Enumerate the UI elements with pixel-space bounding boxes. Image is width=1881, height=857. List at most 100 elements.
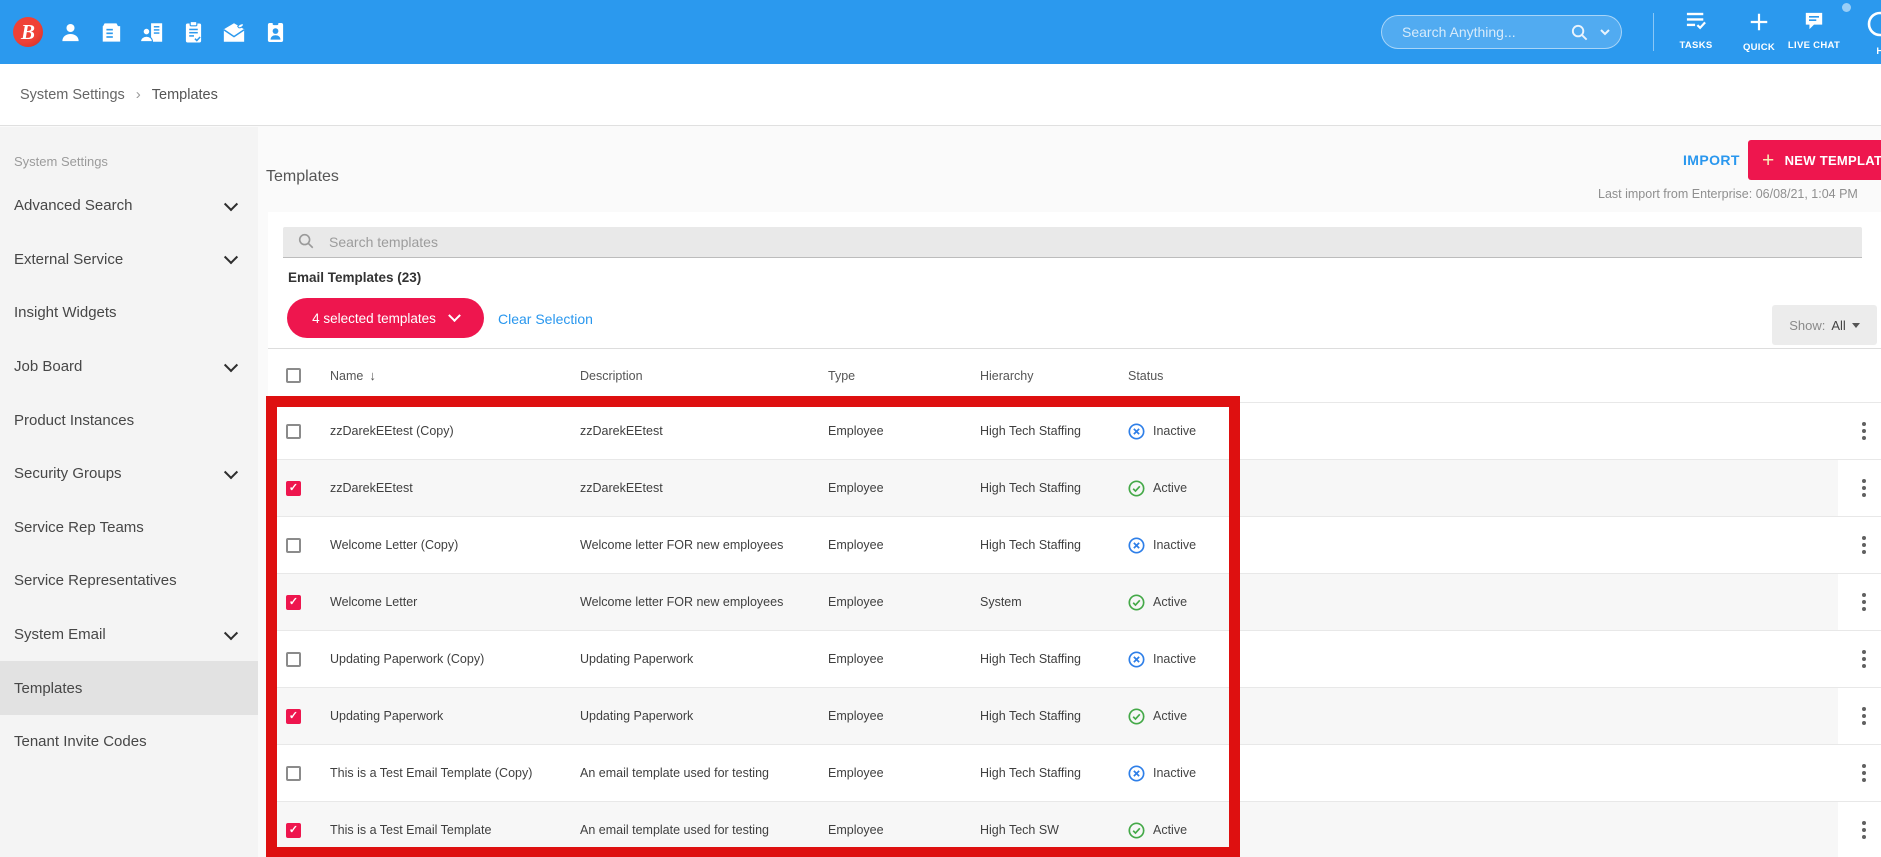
status-label: Active xyxy=(1153,481,1188,495)
nav-action-tasks[interactable]: TASKS xyxy=(1666,11,1726,51)
cell-type: Employee xyxy=(828,538,884,552)
clear-selection-link[interactable]: Clear Selection xyxy=(498,311,593,327)
column-header-status[interactable]: Status xyxy=(1128,369,1881,383)
sidebar-item-system-email[interactable]: System Email xyxy=(0,608,258,662)
cell-status: Inactive xyxy=(1128,536,1838,554)
cell-name: Updating Paperwork (Copy) xyxy=(330,652,485,666)
status-label: Inactive xyxy=(1153,538,1197,552)
row-actions-kebab-icon[interactable] xyxy=(1862,422,1866,440)
page-title: Templates xyxy=(266,168,339,185)
cell-status: Active xyxy=(1128,821,1838,839)
check-circle-icon xyxy=(1128,821,1145,839)
cell-type: Employee xyxy=(828,652,884,666)
cell-name: This is a Test Email Template xyxy=(330,823,492,837)
sidebar-item-label: Product Instances xyxy=(14,411,135,429)
row-actions-kebab-icon[interactable] xyxy=(1862,593,1866,611)
chevron-down-icon xyxy=(223,464,239,480)
cell-status: Inactive xyxy=(1128,422,1838,440)
cell-description: Updating Paperwork xyxy=(580,652,694,666)
joborder-clipboard-icon[interactable] xyxy=(181,20,205,44)
row-actions-kebab-icon[interactable] xyxy=(1862,650,1866,668)
candidate-person-icon[interactable] xyxy=(58,20,82,44)
chevron-down-icon xyxy=(223,196,239,212)
row-checkbox[interactable] xyxy=(286,537,301,553)
sidebar-item-service-representatives[interactable]: Service Representatives xyxy=(0,554,258,608)
tasks-icon xyxy=(1685,11,1707,36)
import-button[interactable]: IMPORT xyxy=(1683,152,1740,168)
cell-hierarchy: High Tech Staffing xyxy=(980,709,1081,723)
row-actions-kebab-icon[interactable] xyxy=(1862,707,1866,725)
table-row: zzDarekEEtest (Copy) zzDarekEEtest Emplo… xyxy=(268,402,1881,459)
row-checkbox[interactable]: ✓ xyxy=(286,822,301,838)
bullhorn-logo[interactable]: B xyxy=(13,17,43,47)
chevron-down-icon xyxy=(223,625,239,640)
sidebar-item-security-groups[interactable]: Security Groups xyxy=(0,447,258,501)
sidebar-item-label: System Email xyxy=(14,626,106,644)
show-filter-dropdown[interactable]: Show: All xyxy=(1772,305,1877,345)
row-actions-kebab-icon[interactable] xyxy=(1862,764,1866,782)
templates-card: Search templates Email Templates (23) 4 … xyxy=(268,212,1881,857)
plus-icon xyxy=(1748,11,1770,38)
cell-description: An email template used for testing xyxy=(580,766,769,780)
search-scope-chevron-icon[interactable] xyxy=(1599,26,1611,38)
company-icon[interactable] xyxy=(99,20,123,44)
row-checkbox[interactable] xyxy=(286,765,301,781)
sidebar-item-templates[interactable]: Templates xyxy=(0,661,258,715)
search-icon xyxy=(297,232,315,253)
global-search-input[interactable]: Search Anything... xyxy=(1381,15,1622,49)
check-circle-icon xyxy=(1128,479,1145,497)
nav-action-quick[interactable]: QUICK xyxy=(1729,11,1789,53)
column-header-type[interactable]: Type xyxy=(828,369,980,383)
plus-icon: + xyxy=(1762,148,1775,172)
row-checkbox[interactable]: ✓ xyxy=(286,594,301,610)
cell-type: Employee xyxy=(828,766,884,780)
status-label: Active xyxy=(1153,595,1188,609)
sidebar-item-insight-widgets[interactable]: Insight Widgets xyxy=(0,286,258,340)
breadcrumb-system-settings[interactable]: System Settings xyxy=(20,87,125,103)
row-checkbox[interactable]: ✓ xyxy=(286,480,301,496)
column-header-description[interactable]: Description xyxy=(580,369,828,383)
breadcrumb: System Settings › Templates xyxy=(0,64,1881,126)
status-label: Active xyxy=(1153,823,1188,837)
row-actions-kebab-icon[interactable] xyxy=(1862,479,1866,497)
sidebar-item-service-rep-teams[interactable]: Service Rep Teams xyxy=(0,501,258,555)
placement-mail-icon[interactable] xyxy=(222,20,246,44)
status-label: Inactive xyxy=(1153,652,1197,666)
column-header-hierarchy[interactable]: Hierarchy xyxy=(980,369,1128,383)
sidebar-item-product-instances[interactable]: Product Instances xyxy=(0,393,258,447)
table-row: ✓ Updating Paperwork Updating Paperwork … xyxy=(268,687,1881,744)
breadcrumb-templates[interactable]: Templates xyxy=(152,87,218,103)
row-checkbox[interactable] xyxy=(286,651,301,667)
idcard-icon[interactable] xyxy=(263,20,287,44)
cell-name: Welcome Letter (Copy) xyxy=(330,538,459,552)
row-actions-kebab-icon[interactable] xyxy=(1862,536,1866,554)
contact-company-icon[interactable] xyxy=(140,20,164,44)
sidebar-item-external-service[interactable]: External Service xyxy=(0,233,258,287)
sidebar-item-tenant-invite-codes[interactable]: Tenant Invite Codes xyxy=(0,715,258,769)
chevron-right-icon: › xyxy=(135,86,141,103)
sidebar-item-job-board[interactable]: Job Board xyxy=(0,340,258,394)
sort-desc-icon: ↓ xyxy=(369,368,376,383)
sidebar-item-advanced-search[interactable]: Advanced Search xyxy=(0,179,258,233)
cell-description: Updating Paperwork xyxy=(580,709,694,723)
cell-status: Active xyxy=(1128,479,1838,497)
select-all-checkbox[interactable] xyxy=(286,368,301,383)
nav-action-live-chat[interactable]: LIVE CHAT xyxy=(1784,11,1844,51)
row-actions-kebab-icon[interactable] xyxy=(1862,821,1866,839)
templates-search-input[interactable]: Search templates xyxy=(283,227,1862,258)
cell-type: Employee xyxy=(828,424,884,438)
row-checkbox[interactable]: ✓ xyxy=(286,708,301,724)
new-template-button[interactable]: + NEW TEMPLATE xyxy=(1748,140,1881,180)
cell-type: Employee xyxy=(828,481,884,495)
caret-down-icon xyxy=(1851,322,1860,328)
sidebar-item-label: External Service xyxy=(14,250,124,268)
cell-description: Welcome letter FOR new employees xyxy=(580,538,784,552)
check-circle-icon xyxy=(1128,707,1145,725)
cell-status: Active xyxy=(1128,593,1838,611)
column-header-name[interactable]: Name ↓ xyxy=(330,368,580,383)
row-checkbox[interactable] xyxy=(286,423,301,439)
selected-templates-pill[interactable]: 4 selected templates xyxy=(287,298,484,338)
status-label: Active xyxy=(1153,709,1188,723)
search-icon[interactable] xyxy=(1570,23,1589,42)
nav-action-h[interactable]: H xyxy=(1850,11,1881,57)
